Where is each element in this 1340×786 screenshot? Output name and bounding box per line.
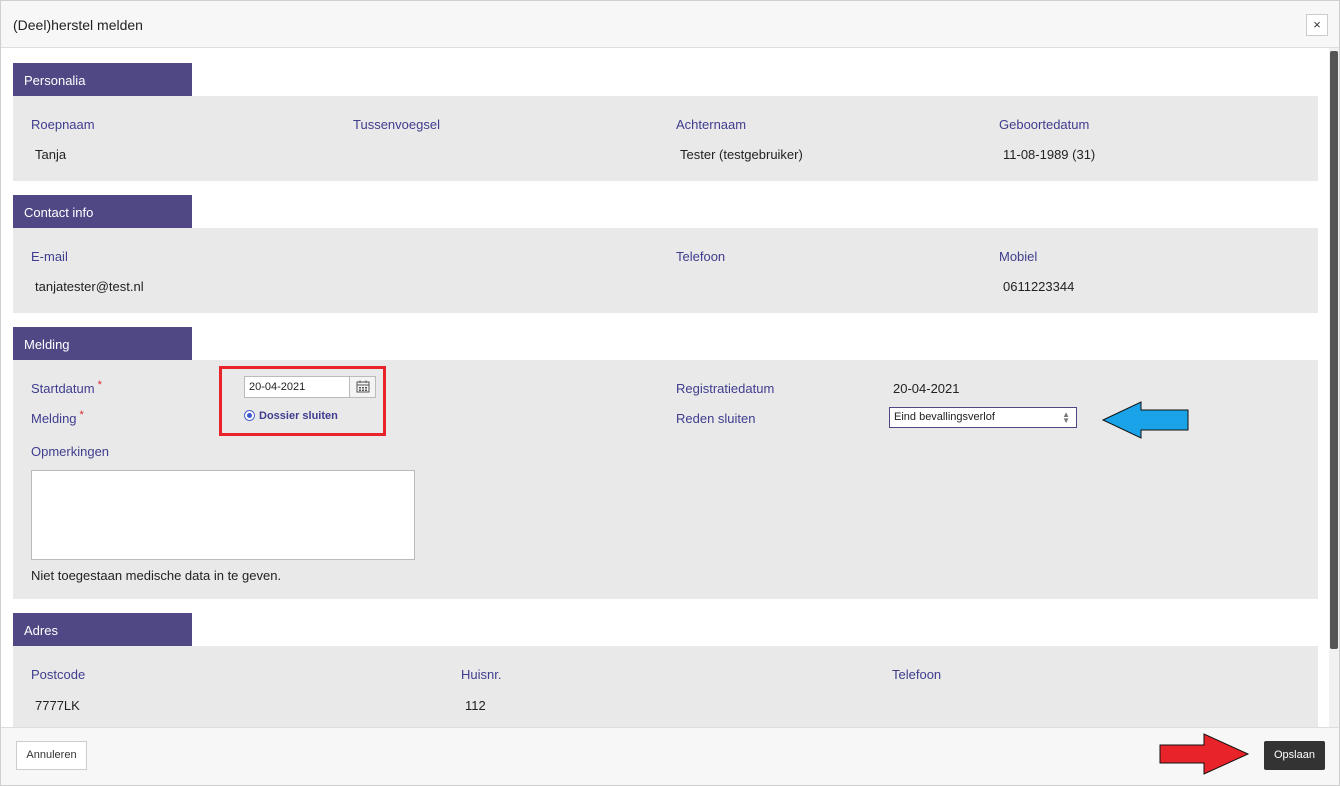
- adres-telefoon-label: Telefoon: [892, 667, 942, 682]
- reden-sluiten-label: Reden sluiten: [676, 411, 756, 426]
- section-contact: [13, 228, 1318, 313]
- sort-arrows-icon: ▲ ▼: [1062, 410, 1070, 425]
- roepnaam-label: Roepnaam: [31, 117, 95, 132]
- geboortedatum-label: Geboortedatum: [999, 117, 1090, 132]
- postcode-label: Postcode: [31, 667, 86, 682]
- registratiedatum-value: 20-04-2021: [893, 381, 960, 396]
- blue-arrow-icon: [1101, 401, 1189, 439]
- geboortedatum-value: 11-08-1989 (31): [1003, 147, 1096, 162]
- opmerkingen-label: Opmerkingen: [31, 444, 110, 459]
- section-header-contact: Contact info: [13, 195, 192, 228]
- postcode-value: 7777LK: [35, 698, 80, 713]
- medical-data-hint: Niet toegestaan medische data in te geve…: [31, 568, 282, 583]
- dialog-title: (Deel)herstel melden: [13, 17, 143, 33]
- opmerkingen-textarea[interactable]: [31, 470, 415, 560]
- section-adres: [13, 646, 1318, 727]
- achternaam-value: Tester (testgebruiker): [680, 147, 803, 162]
- roepnaam-value: Tanja: [35, 147, 67, 162]
- melding-label: Melding *: [31, 409, 84, 426]
- dialog-footer: [1, 727, 1339, 785]
- telefoon-label: Telefoon: [676, 249, 726, 264]
- cancel-button[interactable]: Annuleren: [16, 741, 87, 770]
- huisnr-label: Huisnr.: [461, 667, 502, 682]
- section-header-personalia: Personalia: [13, 63, 192, 96]
- dialog-header: (Deel)herstel melden ×: [1, 1, 1339, 48]
- required-marker: *: [79, 409, 84, 421]
- dialog: (Deel)herstel melden × Personalia Roepna…: [0, 0, 1340, 786]
- registratiedatum-label: Registratiedatum: [676, 381, 775, 396]
- huisnr-value: 112: [465, 698, 486, 713]
- email-value: tanjatester@test.nl: [35, 279, 144, 294]
- highlight-box: [219, 366, 386, 436]
- achternaam-label: Achternaam: [676, 117, 747, 132]
- mobiel-value: 0611223344: [1003, 279, 1075, 294]
- startdatum-label: Startdatum *: [31, 379, 102, 396]
- save-button[interactable]: Opslaan: [1264, 741, 1325, 770]
- mobiel-label: Mobiel: [999, 249, 1038, 264]
- required-marker: *: [97, 379, 102, 391]
- section-header-melding: Melding: [13, 327, 192, 360]
- reden-sluiten-select[interactable]: Eind bevallingsverlof ▲ ▼: [889, 407, 1077, 428]
- tussenvoegsel-label: Tussenvoegsel: [353, 117, 440, 132]
- section-personalia: [13, 96, 1318, 181]
- scrollbar-thumb[interactable]: [1330, 51, 1338, 649]
- close-button[interactable]: ×: [1306, 14, 1328, 36]
- email-label: E-mail: [31, 249, 68, 264]
- red-arrow-icon: [1159, 733, 1250, 775]
- section-header-adres: Adres: [13, 613, 192, 646]
- reden-sluiten-value: Eind bevallingsverlof: [894, 411, 995, 423]
